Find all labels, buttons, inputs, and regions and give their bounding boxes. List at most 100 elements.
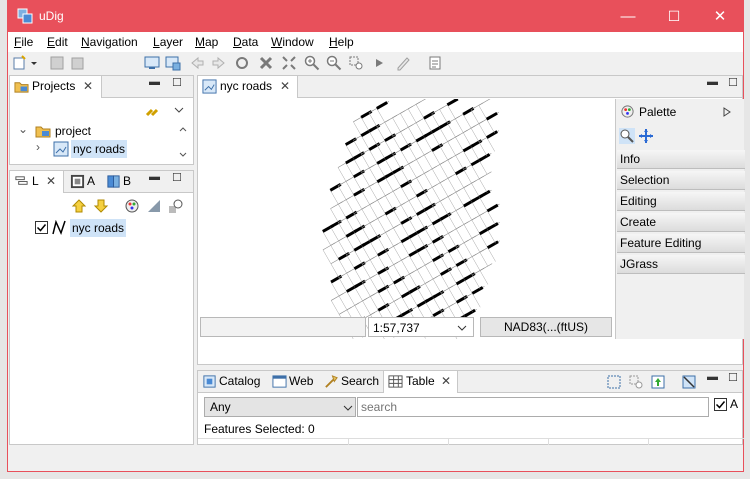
delete-features-icon[interactable] <box>682 375 696 389</box>
palette-drawer-feature-editing[interactable]: Feature Editing <box>617 234 745 253</box>
stop-icon[interactable] <box>258 55 274 71</box>
map-tab-label: nyc roads <box>220 79 273 93</box>
scale-combo[interactable]: 1:57,737 <box>368 317 474 337</box>
tab-nyc-roads[interactable]: nyc roads ✕ <box>198 76 298 98</box>
zoom-selection-icon[interactable] <box>348 55 364 71</box>
tab-search[interactable]: Search <box>320 371 379 393</box>
book-icon <box>107 175 120 188</box>
refresh-icon[interactable] <box>234 55 250 71</box>
filter-dropdown-icon[interactable] <box>343 403 353 413</box>
palette-drawer-jgrass[interactable]: JGrass <box>617 255 745 274</box>
menu-help[interactable]: Help <box>329 35 354 49</box>
web-icon <box>272 375 287 388</box>
maximize-button[interactable]: ☐ <box>651 1 697 32</box>
table-icon <box>388 375 403 388</box>
projects-tabbar: Projects ✕ ▬ ☐ <box>10 76 193 98</box>
select-all-icon[interactable] <box>607 375 621 389</box>
map-maximize-icon[interactable]: ☐ <box>728 76 738 89</box>
map-tab-close-icon[interactable]: ✕ <box>280 76 290 97</box>
tab-b[interactable]: B <box>102 171 131 193</box>
menu-layer[interactable]: Layer <box>153 35 183 49</box>
tab-catalog[interactable]: Catalog <box>198 371 260 393</box>
palette-collapse-icon[interactable] <box>723 107 731 117</box>
bottom-maximize-icon[interactable]: ☐ <box>728 371 738 384</box>
menu-navigation[interactable]: Navigation <box>81 35 138 49</box>
tab-web[interactable]: Web <box>268 371 313 393</box>
close-button[interactable]: ✕ <box>697 1 743 32</box>
tab-table[interactable]: Table ✕ <box>383 371 458 393</box>
map-canvas[interactable] <box>199 99 615 339</box>
select-tool-icon[interactable] <box>629 375 643 389</box>
tree-item-nyc-roads[interactable]: › nyc roads <box>36 140 146 158</box>
back-icon <box>191 56 204 70</box>
project-label: project <box>55 124 92 138</box>
new-icon[interactable] <box>12 55 28 71</box>
zoom-tool-icon[interactable] <box>619 128 635 144</box>
view-menu-chevron-icon[interactable] <box>173 104 185 116</box>
collapse-chevron-icon[interactable]: › <box>36 140 40 154</box>
map-icon[interactable] <box>144 55 160 71</box>
tab-a[interactable]: A <box>66 171 95 193</box>
features-selected-label: Features Selected: 0 <box>204 422 315 436</box>
zoom-in-icon[interactable] <box>304 55 320 71</box>
tab-a-label: A <box>87 174 96 188</box>
bottom-tabbar: Catalog Web Search Table ✕ ▬ ☐ <box>198 371 742 393</box>
layer-zoom-icon[interactable] <box>168 198 184 214</box>
zoom-out-icon[interactable] <box>326 55 342 71</box>
crs-button[interactable]: NAD83(...(ftUS) <box>480 317 612 337</box>
search-input[interactable] <box>357 397 709 417</box>
move-down-icon[interactable] <box>93 198 109 214</box>
projects-maximize-icon[interactable]: ☐ <box>172 76 182 89</box>
map-label: nyc roads <box>71 140 128 158</box>
promote-icon[interactable] <box>651 375 665 389</box>
projects-minimize-icon[interactable]: ▬ <box>149 76 160 88</box>
palette-drawer-info[interactable]: Info <box>617 150 745 169</box>
projects-close-icon[interactable]: ✕ <box>83 76 93 97</box>
ramp-icon[interactable] <box>146 198 162 214</box>
move-up-icon[interactable] <box>71 198 87 214</box>
tab-projects[interactable]: Projects ✕ <box>10 76 102 98</box>
palette-icon <box>621 105 634 118</box>
edit-pencil-icon <box>397 57 410 71</box>
menu-data[interactable]: Data <box>233 35 258 49</box>
bottom-minimize-icon[interactable]: ▬ <box>707 371 718 383</box>
new-dropdown-icon[interactable] <box>30 55 38 71</box>
line-layer-icon <box>52 220 66 236</box>
tab-layers[interactable]: L ✕ <box>10 171 64 193</box>
layers-maximize-icon[interactable]: ☐ <box>172 171 182 184</box>
projects-scrollbar[interactable] <box>178 124 188 160</box>
table-close-icon[interactable]: ✕ <box>441 371 451 392</box>
layer-visibility-checkbox[interactable] <box>35 221 48 234</box>
attribute-checkbox-label: A <box>730 397 739 411</box>
pan-tool-icon[interactable] <box>638 128 654 144</box>
projects-folder-icon <box>14 82 29 93</box>
palette-drawer-create[interactable]: Create <box>617 213 745 232</box>
layer-row-nyc-roads[interactable]: nyc roads <box>35 219 155 237</box>
menu-file[interactable]: File <box>14 35 33 49</box>
style-palette-icon[interactable] <box>124 198 140 214</box>
scale-dropdown-icon[interactable] <box>457 323 467 333</box>
attribute-checkbox[interactable] <box>714 398 727 411</box>
minimize-button[interactable]: — <box>605 1 651 32</box>
link-icon[interactable] <box>144 103 160 119</box>
projects-panel: Projects ✕ ▬ ☐ ⌄ project › nyc roads <box>9 75 194 165</box>
layers-minimize-icon[interactable]: ▬ <box>149 171 160 183</box>
menu-window[interactable]: Window <box>271 35 314 49</box>
layers-close-icon[interactable]: ✕ <box>46 171 56 192</box>
layers-tab-icon <box>15 176 28 185</box>
menu-edit[interactable]: Edit <box>47 35 68 49</box>
attribute-filter-select[interactable]: Any <box>204 397 356 417</box>
next-arrow-icon[interactable] <box>372 55 388 71</box>
palette-drawer-editing[interactable]: Editing <box>617 192 745 211</box>
tab-catalog-label: Catalog <box>219 374 261 388</box>
map-layer-icon[interactable] <box>165 55 181 71</box>
properties-icon[interactable] <box>427 55 443 71</box>
menu-map[interactable]: Map <box>195 35 218 49</box>
save-all-icon <box>71 57 84 70</box>
palette-drawer-selection[interactable]: Selection <box>617 171 745 190</box>
tree-item-project[interactable]: ⌄ project <box>18 122 178 140</box>
map-minimize-icon[interactable]: ▬ <box>707 76 718 88</box>
palette-title: Palette <box>639 105 677 119</box>
expand-chevron-icon[interactable]: ⌄ <box>18 122 28 136</box>
zoom-extent-icon[interactable] <box>281 55 297 71</box>
